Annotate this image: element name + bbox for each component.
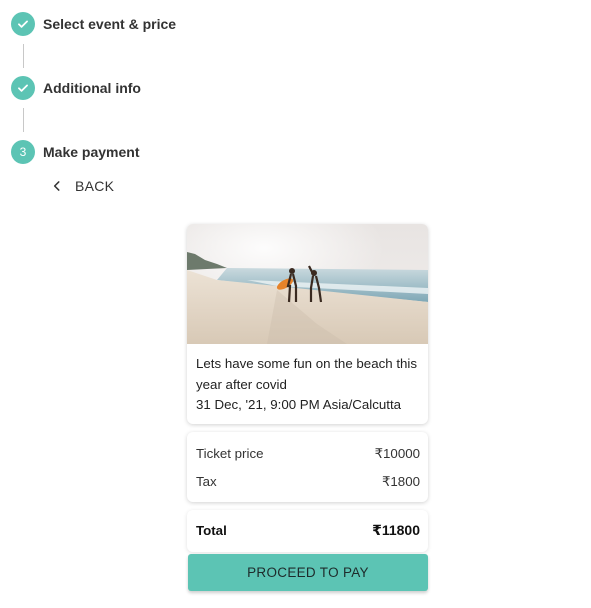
- event-title: Lets have some fun on the beach this yea…: [196, 356, 418, 392]
- ticket-price-row: Ticket price ₹10000: [196, 440, 420, 468]
- back-label: BACK: [75, 178, 115, 194]
- step-make-payment: 3 Make payment: [11, 140, 176, 164]
- stepper: Select event & price Additional info 3 M…: [11, 12, 176, 164]
- step-label: Additional info: [43, 80, 141, 96]
- proceed-to-pay-button[interactable]: PROCEED TO PAY: [188, 554, 428, 591]
- check-icon: [11, 76, 35, 100]
- tax-value: ₹1800: [381, 473, 420, 489]
- event-card: Lets have some fun on the beach this yea…: [187, 224, 428, 424]
- tax-label: Tax: [196, 474, 217, 489]
- event-datetime: 31 Dec, '21, 9:00 PM Asia/Calcutta: [196, 397, 402, 412]
- tax-row: Tax ₹1800: [196, 468, 420, 496]
- step-label: Make payment: [43, 144, 140, 160]
- check-icon: [11, 12, 35, 36]
- back-button[interactable]: BACK: [50, 178, 114, 194]
- step-select-event[interactable]: Select event & price: [11, 12, 176, 36]
- total-row: Total ₹11800: [187, 509, 428, 552]
- ticket-price-value: ₹10000: [374, 445, 420, 461]
- step-connector: [23, 108, 24, 132]
- step-number-badge: 3: [11, 140, 35, 164]
- total-value: ₹11800: [372, 522, 420, 538]
- step-label: Select event & price: [43, 16, 177, 32]
- event-image: [187, 224, 428, 344]
- step-additional-info[interactable]: Additional info: [11, 76, 176, 100]
- chevron-left-icon: [53, 181, 60, 191]
- order-summary-card: Lets have some fun on the beach this yea…: [187, 224, 428, 552]
- price-breakdown: Ticket price ₹10000 Tax ₹1800: [187, 431, 428, 502]
- total-label: Total: [196, 523, 227, 538]
- ticket-price-label: Ticket price: [196, 446, 264, 461]
- step-connector: [23, 44, 24, 68]
